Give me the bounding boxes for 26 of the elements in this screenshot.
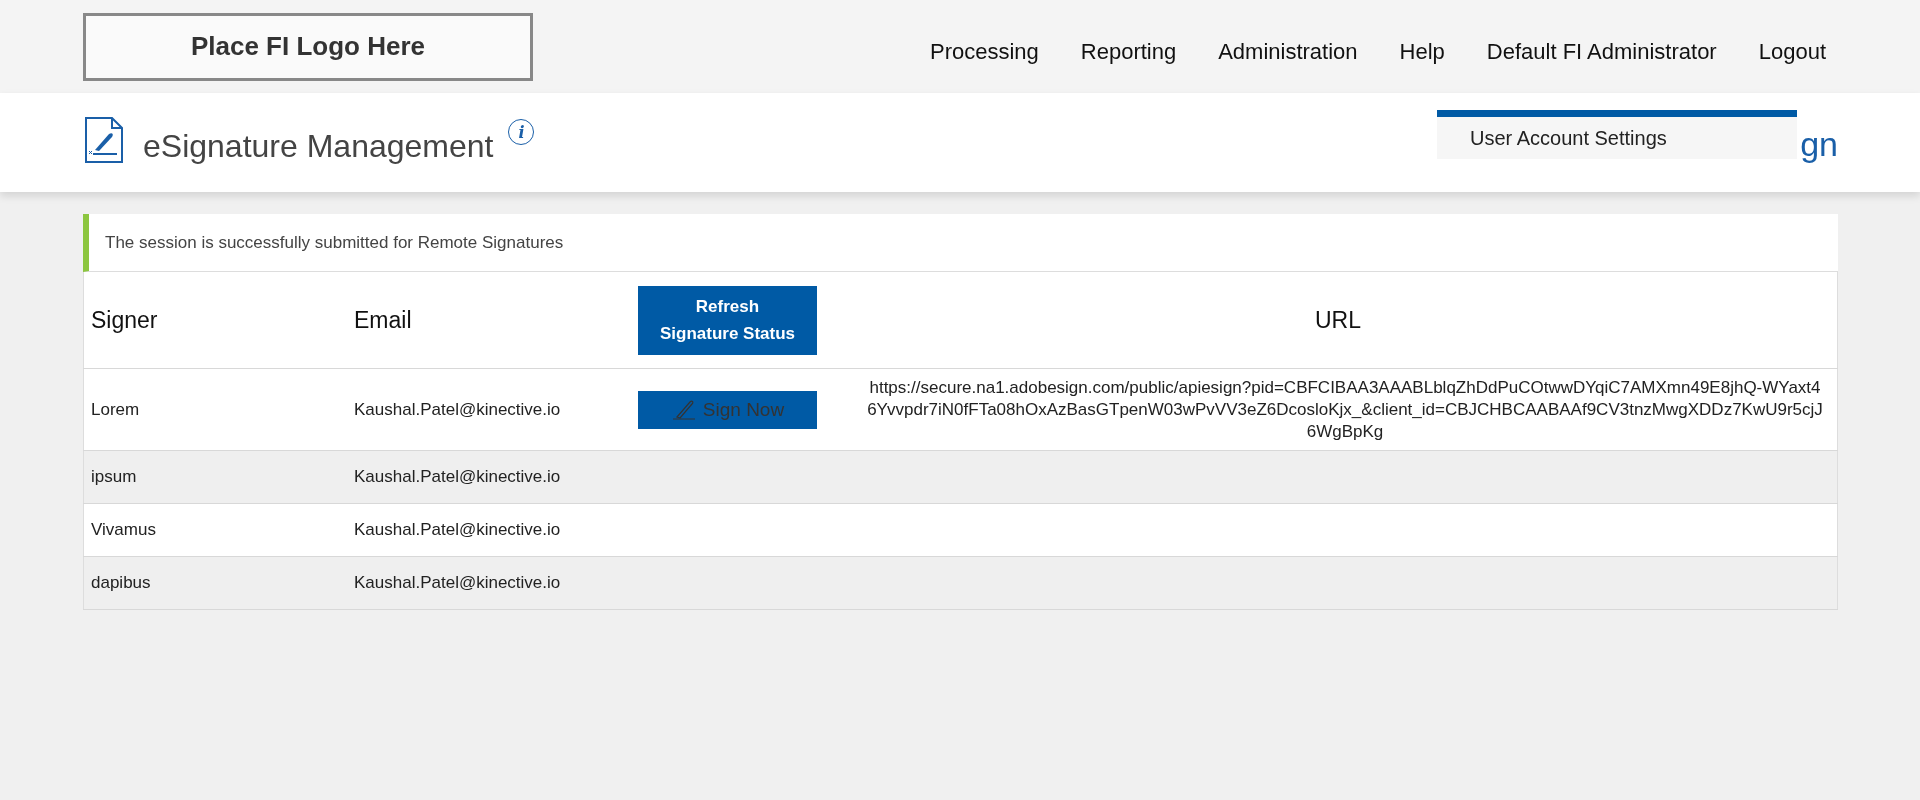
pen-icon (670, 398, 697, 421)
nav-link[interactable]: Administration (1218, 38, 1358, 65)
signer-cell: ipsum (83, 450, 347, 504)
logo: Place FI Logo Here (83, 12, 533, 81)
signer-cell: Lorem (83, 368, 347, 451)
sign-link[interactable]: gn (1800, 125, 1838, 164)
nav-link[interactable]: Reporting (1080, 38, 1177, 65)
nav-link[interactable]: Processing (929, 38, 1039, 65)
success-alert: The session is successfully submitted for Remote Signatures (83, 214, 1838, 272)
email-cell: Kaushal.Patel@kinective.io (347, 503, 631, 557)
page-title: eSignature Management (143, 128, 494, 165)
email-cell: Kaushal.Patel@kinective.io (347, 368, 631, 451)
column-header: Email (347, 272, 631, 369)
url-cell: https://secure.na1.adobesign.com/public/apiesign?pid=CBFCIBAA3AAABLblqZhDdPuCOtwwDYqiC7AMXmn49E8jhQ-WYaxt46Yvvpdr7iN0fFTa08hOxAzBasGTpenW03wPvVV3eZ6DcosloKjx_&client_id=CBJCHBCAABAAf9CV3tnzMwgXDDz7KwU9r5cjJ6WgBpKg (839, 368, 1838, 451)
menu-item[interactable]: User Account Settings (1437, 117, 1797, 159)
nav-link[interactable]: Help (1399, 38, 1445, 65)
email-cell: Kaushal.Patel@kinective.io (347, 556, 631, 610)
email-cell: Kaushal.Patel@kinective.io (347, 450, 631, 504)
column-header: URL (839, 272, 1838, 369)
nav-link[interactable]: Default FI Administrator (1486, 38, 1717, 65)
document-signature-icon (85, 116, 123, 163)
column-header: Signer (83, 272, 347, 369)
signer-cell: dapibus (83, 556, 347, 610)
nav-link[interactable]: Logout (1758, 38, 1826, 65)
signer-cell: Vivamus (83, 503, 347, 557)
refresh-status-button[interactable]: Refresh Signature Status (638, 285, 817, 355)
